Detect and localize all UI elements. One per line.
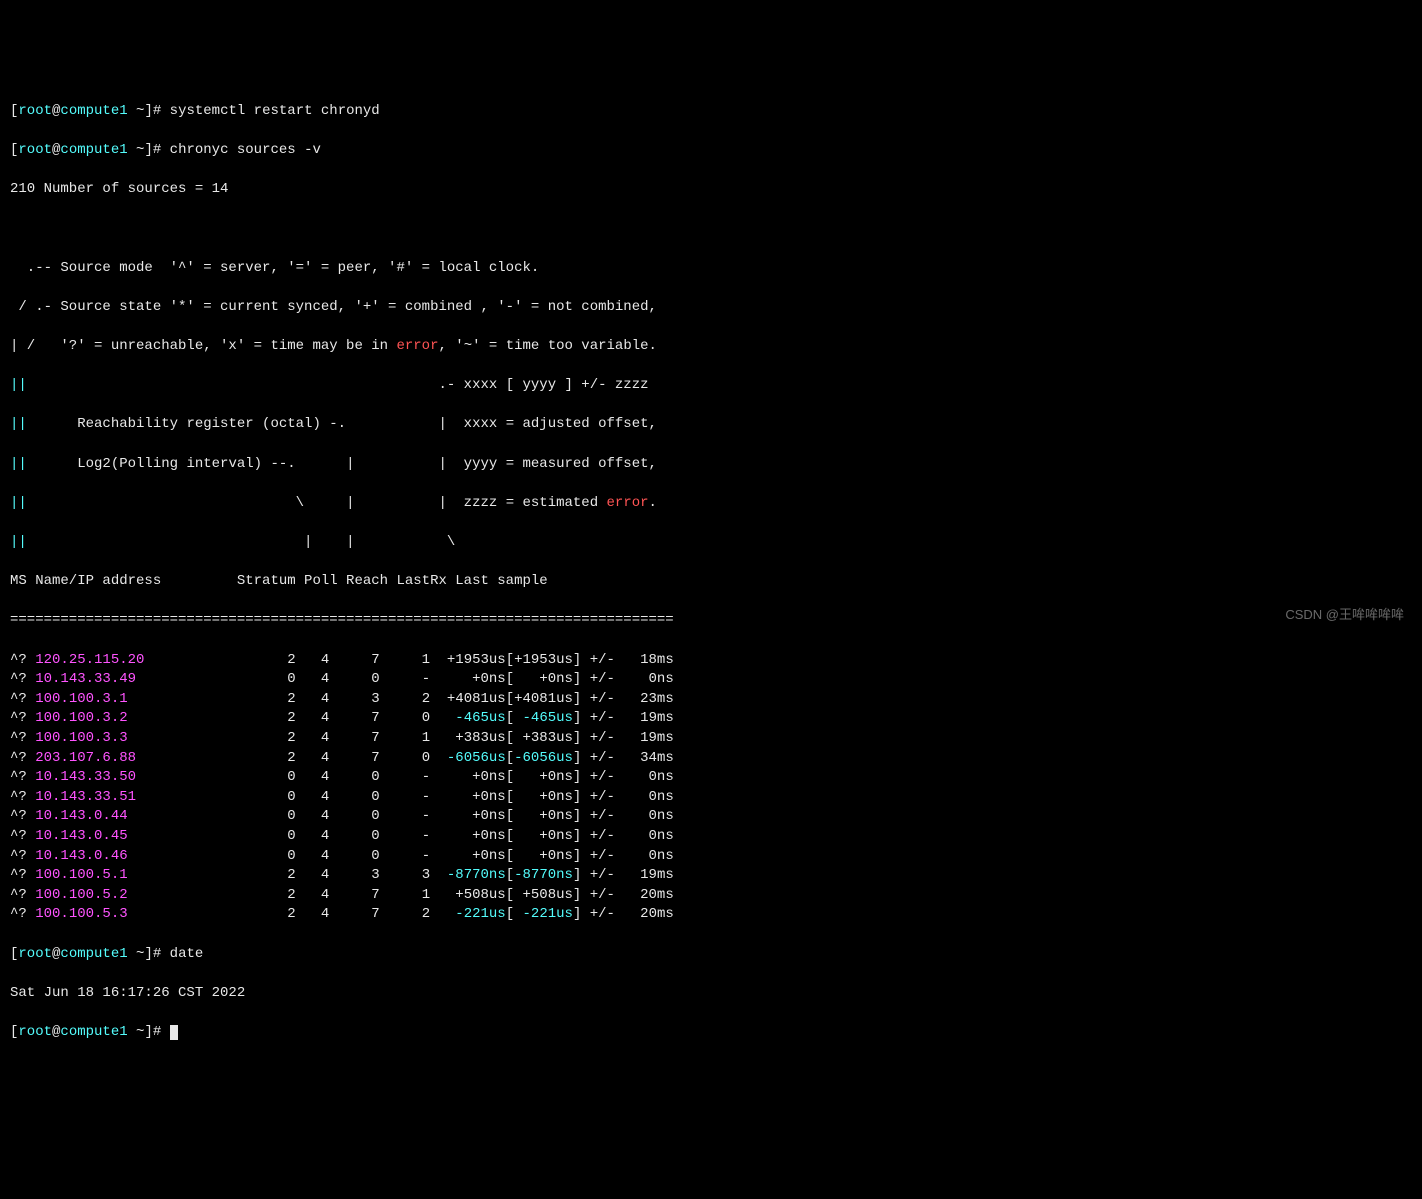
- source-ip: 100.100.3.3: [35, 730, 127, 746]
- source-ip: 10.143.33.49: [35, 671, 136, 687]
- table-row: ^? 100.100.5.1 2 4 3 3 -8770ns[-8770ns] …: [10, 866, 1412, 886]
- negative-offset: -465us: [523, 710, 573, 726]
- negative-offset: -465us: [455, 710, 505, 726]
- command-2: chronyc sources: [170, 142, 304, 158]
- source-ip: 10.143.0.45: [35, 828, 127, 844]
- sources-table-body: ^? 120.25.115.20 2 4 7 1 +1953us[+1953us…: [10, 651, 1412, 925]
- error-text: error: [396, 338, 438, 354]
- legend-line: || \ | | zzzz = estimated error.: [10, 494, 1412, 514]
- source-ip: 10.143.0.44: [35, 808, 127, 824]
- command-3: date: [170, 946, 204, 962]
- command-2-flag: -v: [304, 142, 321, 158]
- source-ip: 203.107.6.88: [35, 750, 136, 766]
- legend-line: || | | \: [10, 533, 1412, 553]
- table-row: ^? 100.100.3.3 2 4 7 1 +383us[ +383us] +…: [10, 729, 1412, 749]
- prompt-line-2[interactable]: [root@compute1 ~]# chronyc sources -v: [10, 141, 1412, 161]
- terminal-output: [root@compute1 ~]# systemctl restart chr…: [10, 82, 1412, 1062]
- table-header: MS Name/IP address Stratum Poll Reach La…: [10, 572, 1412, 592]
- prompt-line-3[interactable]: [root@compute1 ~]# date: [10, 945, 1412, 965]
- table-row: ^? 10.143.0.45 0 4 0 - +0ns[ +0ns] +/- 0…: [10, 827, 1412, 847]
- legend-line: || Log2(Polling interval) --. | | yyyy =…: [10, 455, 1412, 475]
- date-output: Sat Jun 18 16:17:26 CST 2022: [10, 984, 1412, 1004]
- cursor-icon: [170, 1025, 178, 1040]
- table-row: ^? 10.143.0.44 0 4 0 - +0ns[ +0ns] +/- 0…: [10, 807, 1412, 827]
- table-row: ^? 10.143.33.49 0 4 0 - +0ns[ +0ns] +/- …: [10, 670, 1412, 690]
- table-row: ^? 100.100.3.1 2 4 3 2 +4081us[+4081us] …: [10, 690, 1412, 710]
- source-ip: 100.100.5.3: [35, 906, 127, 922]
- table-row: ^? 100.100.5.2 2 4 7 1 +508us[ +508us] +…: [10, 886, 1412, 906]
- source-ip: 100.100.3.1: [35, 691, 127, 707]
- legend-line: || .- xxxx [ yyyy ] +/- zzzz: [10, 376, 1412, 396]
- legend-line: .-- Source mode '^' = server, '=' = peer…: [10, 259, 1412, 279]
- table-row: ^? 100.100.3.2 2 4 7 0 -465us[ -465us] +…: [10, 709, 1412, 729]
- command-1: systemctl restart chronyd: [170, 103, 380, 119]
- legend-line: | / '?' = unreachable, 'x' = time may be…: [10, 337, 1412, 357]
- error-text: error: [607, 495, 649, 511]
- sources-summary: 210 Number of sources = 14: [10, 180, 1412, 200]
- source-ip: 10.143.0.46: [35, 848, 127, 864]
- table-row: ^? 10.143.33.50 0 4 0 - +0ns[ +0ns] +/- …: [10, 768, 1412, 788]
- table-row: ^? 120.25.115.20 2 4 7 1 +1953us[+1953us…: [10, 651, 1412, 671]
- prompt-line-4[interactable]: [root@compute1 ~]#: [10, 1023, 1412, 1043]
- source-ip: 10.143.33.51: [35, 789, 136, 805]
- table-row: ^? 100.100.5.3 2 4 7 2 -221us[ -221us] +…: [10, 905, 1412, 925]
- negative-offset: -6056us: [514, 750, 573, 766]
- source-ip: 100.100.5.2: [35, 887, 127, 903]
- legend-line: || Reachability register (octal) -. | xx…: [10, 415, 1412, 435]
- source-ip: 120.25.115.20: [35, 652, 144, 668]
- negative-offset: -8770ns: [514, 867, 573, 883]
- table-row: ^? 203.107.6.88 2 4 7 0 -6056us[-6056us]…: [10, 749, 1412, 769]
- table-divider: ========================================…: [10, 611, 1412, 631]
- source-ip: 100.100.5.1: [35, 867, 127, 883]
- prompt-line-1[interactable]: [root@compute1 ~]# systemctl restart chr…: [10, 102, 1412, 122]
- table-row: ^? 10.143.0.46 0 4 0 - +0ns[ +0ns] +/- 0…: [10, 847, 1412, 867]
- legend-line: / .- Source state '*' = current synced, …: [10, 298, 1412, 318]
- watermark-text: CSDN @王哞哞哞哞: [1285, 606, 1404, 624]
- negative-offset: -6056us: [447, 750, 506, 766]
- negative-offset: -221us: [455, 906, 505, 922]
- source-ip: 10.143.33.50: [35, 769, 136, 785]
- table-row: ^? 10.143.33.51 0 4 0 - +0ns[ +0ns] +/- …: [10, 788, 1412, 808]
- negative-offset: -221us: [523, 906, 573, 922]
- negative-offset: -8770ns: [447, 867, 506, 883]
- source-ip: 100.100.3.2: [35, 710, 127, 726]
